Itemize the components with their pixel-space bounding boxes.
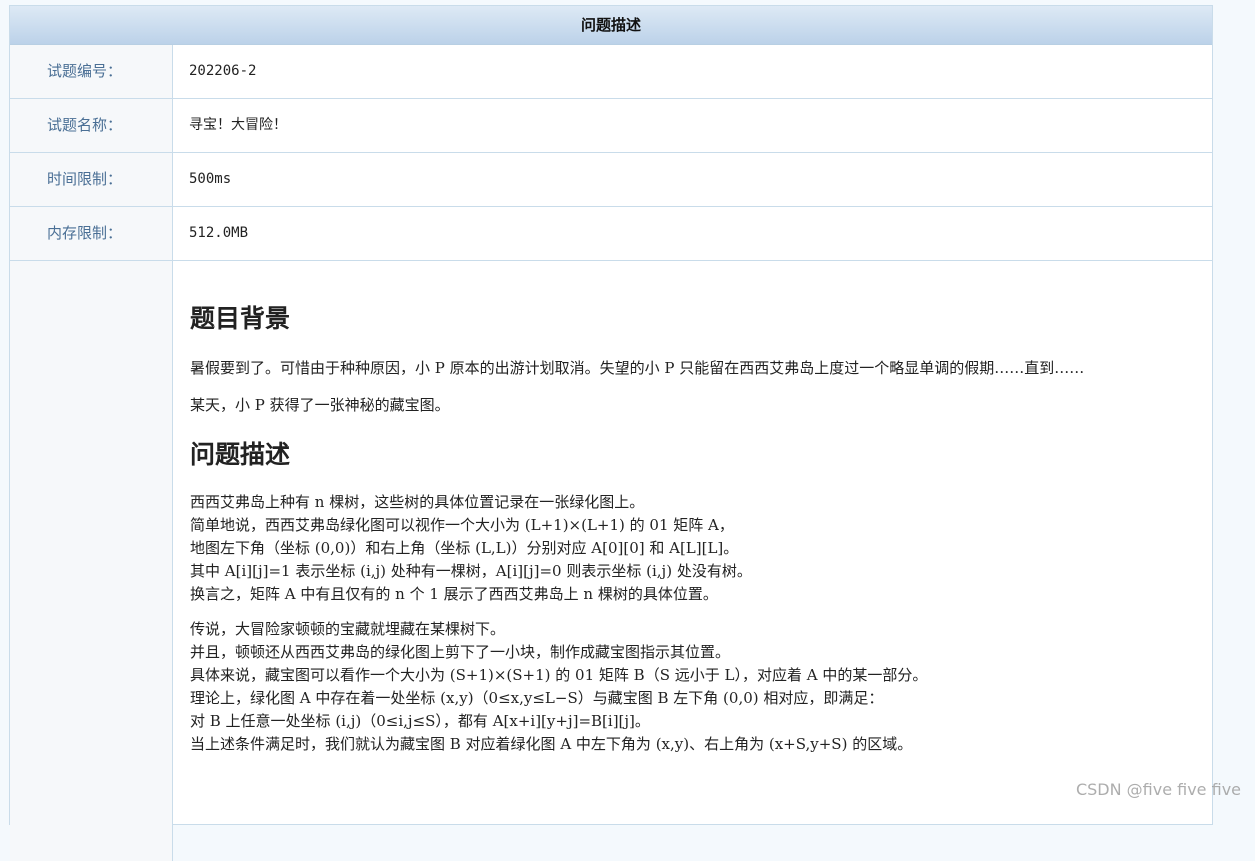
content-row: 题目背景 暑假要到了。可惜由于种种原因，小 P 原本的出游计划取消。失望的小 P… [10, 261, 1212, 861]
info-row-id: 试题编号： 202206-2 [10, 45, 1212, 99]
description-line: 当上述条件满足时，我们就认为藏宝图 B 对应着绿化图 A 中左下角为 (x,y)… [190, 735, 913, 753]
problem-content: 题目背景 暑假要到了。可惜由于种种原因，小 P 原本的出游计划取消。失望的小 P… [173, 261, 1212, 861]
description-line: 简单地说，西西艾弗岛绿化图可以视作一个大小为 (L+1)×(L+1) 的 01 … [190, 516, 734, 534]
description-line: 理论上，绿化图 A 中存在着一处坐标 (x,y)（0≤x,y≤L−S）与藏宝图 … [190, 689, 884, 707]
description-line: 其中 A[i][j]=1 表示坐标 (i,j) 处种有一棵树，A[i][j]=0… [190, 562, 752, 580]
memory-limit-value: 512.0MB [189, 225, 249, 241]
problem-name-value: 寻宝！大冒险！ [189, 117, 287, 133]
description-line: 具体来说，藏宝图可以看作一个大小为 (S+1)×(S+1) 的 01 矩阵 B（… [190, 666, 928, 684]
problem-panel: 问题描述 试题编号： 202206-2 试题名称： 寻宝！大冒险！ 时间限制： … [9, 5, 1213, 861]
background-paragraph-1: 暑假要到了。可惜由于种种原因，小 P 原本的出游计划取消。失望的小 P 只能留在… [190, 359, 1085, 377]
description-block-1: 西西艾弗岛上种有 n 棵树，这些树的具体位置记录在一张绿化图上。 简单地说，西西… [190, 491, 1172, 606]
info-row-memory: 内存限制： 512.0MB [10, 207, 1212, 261]
time-limit-value: 500ms [189, 171, 232, 187]
description-line: 地图左下角（坐标 (0,0)）和右上角（坐标 (L,L)）分别对应 A[0][0… [190, 539, 739, 557]
problem-name-label: 试题名称： [10, 99, 173, 152]
problem-id-value: 202206-2 [189, 63, 257, 79]
description-heading: 问题描述 [190, 440, 291, 469]
csdn-watermark: CSDN @five five five [1075, 780, 1241, 799]
description-block-2: 传说，大冒险家顿顿的宝藏就埋藏在某棵树下。 并且，顿顿还从西西艾弗岛的绿化图上剪… [190, 618, 1172, 756]
description-line: 传说，大冒险家顿顿的宝藏就埋藏在某棵树下。 [190, 620, 506, 638]
background-heading: 题目背景 [190, 304, 291, 333]
description-line: 并且，顿顿还从西西艾弗岛的绿化图上剪下了一小块，制作成藏宝图指示其位置。 [190, 643, 731, 661]
description-line: 西西艾弗岛上种有 n 棵树，这些树的具体位置记录在一张绿化图上。 [190, 493, 645, 511]
info-row-time: 时间限制： 500ms [10, 153, 1212, 207]
panel-header: 问题描述 [10, 6, 1212, 45]
info-row-name: 试题名称： 寻宝！大冒险！ [10, 99, 1212, 153]
description-line: 对 B 上任意一处坐标 (i,j)（0≤i,j≤S），都有 A[x+i][y+j… [190, 712, 650, 730]
time-limit-label: 时间限制： [10, 153, 173, 206]
background-paragraph-2: 某天，小 P 获得了一张神秘的藏宝图。 [190, 396, 450, 414]
problem-id-label: 试题编号： [10, 45, 173, 98]
memory-limit-label: 内存限制： [10, 207, 173, 260]
content-label-cell [10, 261, 173, 861]
description-line: 换言之，矩阵 A 中有且仅有的 n 个 1 展示了西西艾弗岛上 n 棵树的具体位… [190, 585, 718, 603]
